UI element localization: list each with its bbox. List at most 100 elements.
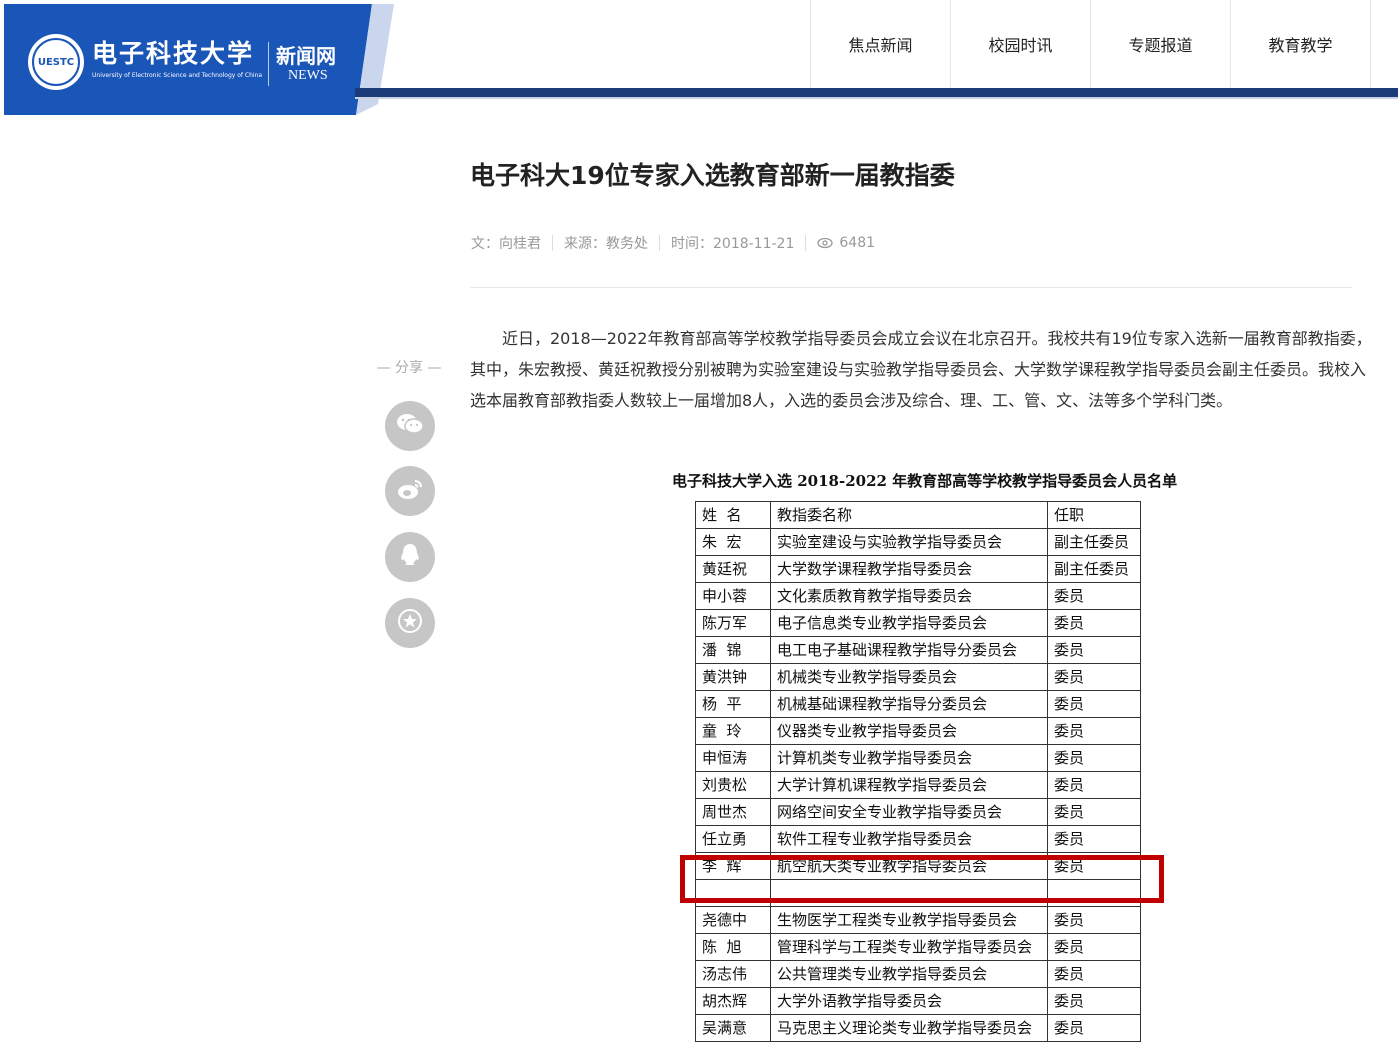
table-row: 申恒涛 计算机类专业教学指导委员会 委员: [695, 744, 1141, 772]
cell-name: 杨 平: [695, 690, 771, 718]
qq-icon: [398, 542, 422, 572]
cell-name: 任立勇: [695, 825, 771, 853]
cell-committee: 公共管理类专业教学指导委员会: [770, 960, 1048, 988]
cell-name: 潘 锦: [695, 636, 771, 664]
roster-table: 姓 名 教指委名称 任职 朱 宏实验室建设与实验教学指导委员会 副主任委员 黄廷祝…: [695, 501, 1141, 1042]
cell-position: 委员: [1047, 1014, 1141, 1042]
cell-committee: 航空航天类专业教学指导委员会: [770, 852, 1048, 880]
cell-committee: 软件工程专业教学指导委员会: [770, 825, 1048, 853]
share-qq-button[interactable]: [385, 532, 435, 582]
table-row: 杨 平机械基础课程教学指导分委员会 委员: [695, 690, 1141, 718]
table-row: 汤志伟 公共管理类专业教学指导委员会 委员: [695, 960, 1141, 988]
cell-name: 尧德中: [695, 906, 771, 934]
table-row: 黄洪钟 机械类专业教学指导委员会 委员: [695, 663, 1141, 691]
eye-icon: [817, 237, 834, 249]
cell-name: 李 辉: [695, 852, 771, 880]
cell-committee: 机械基础课程教学指导分委员会: [770, 690, 1048, 718]
share-wechat-button[interactable]: [385, 401, 435, 451]
cell-name: [695, 879, 771, 907]
table-row: 周世杰 网络空间安全专业教学指导委员会 委员: [695, 798, 1141, 826]
cell-name: 刘贵松: [695, 771, 771, 799]
cell-committee: 大学数学课程教学指导委员会: [770, 555, 1048, 583]
cell-committee: 电子信息类专业教学指导委员会: [770, 609, 1048, 637]
table-row: 任立勇 软件工程专业教学指导委员会 委员: [695, 825, 1141, 853]
meta-separator: [805, 235, 807, 251]
favorite-icon: [397, 608, 423, 638]
weibo-icon: [396, 477, 424, 505]
cell-name: 黄洪钟: [695, 663, 771, 691]
cell-position: [1047, 879, 1141, 907]
cell-committee: 大学计算机课程教学指导委员会: [770, 771, 1048, 799]
site-logo[interactable]: UESTC 电子科技大学 University of Electronic Sc…: [4, 4, 394, 115]
header-accent-shadow: [355, 97, 1398, 99]
wechat-icon: [396, 412, 424, 440]
cell-committee: 马克思主义理论类专业教学指导委员会: [770, 1014, 1048, 1042]
article-time: 时间：2018-11-21: [671, 236, 795, 252]
article-body: 近日，2018—2022年教育部高等学校教学指导委员会成立会议在北京召开。我校共…: [470, 329, 1372, 410]
cell-committee: 仪器类专业教学指导委员会: [770, 717, 1048, 745]
meta-separator: [552, 235, 553, 251]
university-name-en: University of Electronic Science and Tec…: [92, 72, 263, 79]
cell-position: 委员: [1047, 582, 1141, 610]
article-source: 来源：教务处: [564, 236, 648, 252]
table-row: 潘 锦电工电子基础课程教学指导分委员会 委员: [695, 636, 1141, 664]
site-name-en: NEWS: [288, 68, 328, 83]
cell-position: 委员: [1047, 609, 1141, 637]
nav-item-special-reports[interactable]: 专题报道: [1090, 0, 1230, 88]
column-header-committee: 教指委名称: [770, 501, 1048, 529]
cell-name: 申小蓉: [695, 582, 771, 610]
nav-item-education[interactable]: 教育教学: [1230, 0, 1371, 88]
cell-position: 委员: [1047, 717, 1141, 745]
cell-committee: 生物医学工程类专业教学指导委员会: [770, 906, 1048, 934]
site-name: 新闻网: [276, 44, 336, 68]
cell-position: 委员: [1047, 690, 1141, 718]
cell-name: 胡杰辉: [695, 987, 771, 1015]
cell-committee: [770, 879, 1048, 907]
cell-position: 委员: [1047, 744, 1141, 772]
share-favorite-button[interactable]: [385, 598, 435, 648]
cell-committee: 计算机类专业教学指导委员会: [770, 744, 1048, 772]
cell-position: 委员: [1047, 960, 1141, 988]
cell-name: 陈 旭: [695, 933, 771, 961]
nav-item-campus-news[interactable]: 校园时讯: [950, 0, 1090, 88]
cell-position: 委员: [1047, 636, 1141, 664]
table-row: 刘贵松 大学计算机课程教学指导委员会 委员: [695, 771, 1141, 799]
cell-committee: 网络空间安全专业教学指导委员会: [770, 798, 1048, 826]
cell-position: 委员: [1047, 825, 1141, 853]
meta-separator: [659, 235, 660, 251]
table-row: 胡杰辉 大学外语教学指导委员会 委员: [695, 987, 1141, 1015]
article-meta: 文：向桂君 来源：教务处 时间：2018-11-21 6481: [471, 233, 875, 253]
cell-position: 委员: [1047, 771, 1141, 799]
table-row: 陈 旭管理科学与工程类专业教学指导委员会 委员: [695, 933, 1141, 961]
cell-position: 委员: [1047, 663, 1141, 691]
cell-name: 朱 宏: [695, 528, 771, 556]
cell-name: 申恒涛: [695, 744, 771, 772]
share-weibo-button[interactable]: [385, 466, 435, 516]
logo-divider: [268, 42, 269, 86]
roster-title: 电子科技大学入选 2018-2022 年教育部高等学校教学指导委员会人员名单: [672, 472, 1178, 490]
view-count: 6481: [839, 235, 876, 251]
cell-name: 黄廷祝: [695, 555, 771, 583]
cell-position: 副主任委员: [1047, 555, 1141, 583]
cell-committee: 管理科学与工程类专业教学指导委员会: [770, 933, 1048, 961]
table-row: 陈万军 电子信息类专业教学指导委员会 委员: [695, 609, 1141, 637]
cell-position: 委员: [1047, 906, 1141, 934]
cell-position: 委员: [1047, 852, 1141, 880]
cell-committee: 机械类专业教学指导委员会: [770, 663, 1048, 691]
cell-name: 童 玲: [695, 717, 771, 745]
table-row: 吴满意 马克思主义理论类专业教学指导委员会 委员: [695, 1014, 1141, 1042]
university-emblem-icon: UESTC: [28, 34, 84, 90]
emblem-text: UESTC: [32, 38, 80, 86]
university-name: 电子科技大学: [92, 39, 255, 68]
table-row: 尧德中 生物医学工程类专业教学指导委员会 委员: [695, 906, 1141, 934]
column-header-name: 姓 名: [695, 501, 771, 529]
table-row: 童 玲仪器类专业教学指导委员会 委员: [695, 717, 1141, 745]
cell-name: 汤志伟: [695, 960, 771, 988]
main-nav: 焦点新闻 校园时讯 专题报道 教育教学: [810, 0, 1371, 88]
cell-committee: 文化素质教育教学指导委员会: [770, 582, 1048, 610]
cell-name: 吴满意: [695, 1014, 771, 1042]
nav-item-focus-news[interactable]: 焦点新闻: [810, 0, 950, 88]
cell-position: 委员: [1047, 987, 1141, 1015]
cell-committee: 实验室建设与实验教学指导委员会: [770, 528, 1048, 556]
table-row: [695, 879, 1141, 907]
